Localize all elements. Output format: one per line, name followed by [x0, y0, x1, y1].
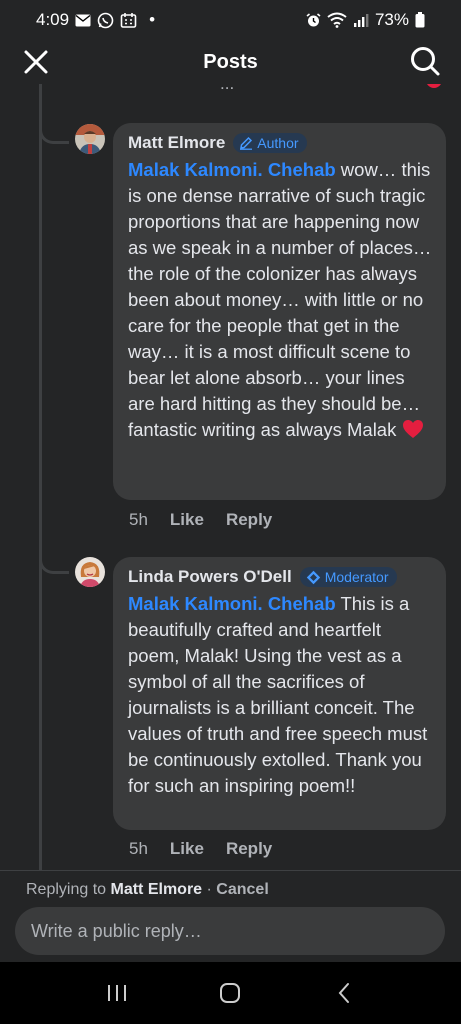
- reply-input[interactable]: [15, 907, 445, 955]
- reply-bar: Replying to Matt Elmore · Cancel: [0, 870, 461, 962]
- status-left: 4:09 •: [36, 10, 155, 30]
- status-time: 4:09: [36, 10, 70, 29]
- reply-button[interactable]: Reply: [226, 839, 272, 859]
- comment-header: Matt Elmore Author: [128, 131, 432, 155]
- status-dot: •: [149, 10, 156, 29]
- like-button[interactable]: Like: [170, 510, 204, 530]
- system-nav-bar: [0, 962, 461, 1024]
- partial-comment-text: ...: [220, 84, 234, 94]
- signal-icon: [353, 14, 369, 27]
- thread-connector: [39, 554, 69, 574]
- header: Posts: [0, 40, 461, 84]
- badge-label: Moderator: [324, 569, 389, 585]
- mention-link[interactable]: Malak Kalmoni. Chehab: [128, 593, 336, 614]
- close-button[interactable]: [22, 48, 50, 76]
- avatar-linda-powers-odell: [75, 557, 105, 587]
- comment-text: wow… this is one dense narrative of such…: [128, 159, 432, 440]
- comment-text: This is a beautifully crafted and heartf…: [128, 593, 428, 796]
- close-icon: [24, 50, 48, 74]
- comment-author[interactable]: Matt Elmore: [128, 133, 225, 153]
- back-button[interactable]: [324, 973, 364, 1013]
- status-right: 73%: [306, 10, 425, 30]
- author-badge: Author: [233, 133, 307, 153]
- mention-link[interactable]: Malak Kalmoni. Chehab: [128, 159, 336, 180]
- comment-bubble: Linda Powers O'Dell Moderator Malak Kalm…: [113, 557, 446, 830]
- recent-apps-button[interactable]: [97, 973, 137, 1013]
- wifi-icon: [327, 12, 347, 28]
- recent-apps-icon: [107, 985, 126, 1001]
- battery-icon: [415, 12, 425, 28]
- replying-separator: ·: [202, 881, 217, 898]
- calendar-icon: [120, 12, 137, 28]
- like-button[interactable]: Like: [170, 839, 204, 859]
- avatar[interactable]: [75, 124, 105, 154]
- replying-name: Matt Elmore: [110, 881, 203, 898]
- comment-actions: 5h Like Reply: [129, 510, 272, 530]
- comment-actions: 5h Like Reply: [129, 839, 272, 859]
- mail-icon: [75, 14, 91, 26]
- reply-button[interactable]: Reply: [226, 510, 272, 530]
- comment-header: Linda Powers O'Dell Moderator: [128, 565, 432, 589]
- heart-icon: [402, 420, 423, 438]
- whatsapp-icon: [97, 12, 114, 28]
- replying-prefix: Replying to: [26, 881, 111, 898]
- cancel-reply-button[interactable]: Cancel: [216, 881, 268, 898]
- moderator-diamond-icon: [306, 570, 320, 584]
- page-title: Posts: [203, 50, 258, 73]
- search-button[interactable]: [409, 45, 441, 77]
- replying-to-label: Replying to Matt Elmore · Cancel: [26, 881, 269, 899]
- partial-heart-icon: [426, 84, 442, 88]
- comment-time: 5h: [129, 839, 148, 858]
- battery-percent: 73%: [374, 10, 409, 29]
- thread-connector: [39, 124, 69, 144]
- comment-time: 5h: [129, 510, 148, 529]
- moderator-badge: Moderator: [299, 567, 397, 587]
- pencil-icon: [240, 136, 253, 150]
- comment-bubble: Matt Elmore Author Malak Kalmoni. Chehab…: [113, 123, 446, 500]
- avatar-matt-elmore: [75, 124, 105, 154]
- thread-line: [39, 84, 42, 870]
- badge-label: Author: [257, 135, 299, 151]
- comment-body: Malak Kalmoni. Chehab This is a beautifu…: [128, 591, 432, 799]
- search-icon: [411, 47, 440, 76]
- back-icon: [338, 983, 350, 1003]
- comment-thread: ... Matt Elmore Author Malak Kalmoni. Ch…: [0, 84, 461, 870]
- comment-body: Malak Kalmoni. Chehab wow… this is one d…: [128, 157, 432, 443]
- home-button[interactable]: [210, 973, 250, 1013]
- status-bar: 4:09 • 73%: [0, 0, 461, 40]
- comment-author[interactable]: Linda Powers O'Dell: [128, 567, 292, 587]
- home-icon: [220, 983, 241, 1003]
- avatar[interactable]: [75, 557, 105, 587]
- alarm-icon: [306, 12, 321, 26]
